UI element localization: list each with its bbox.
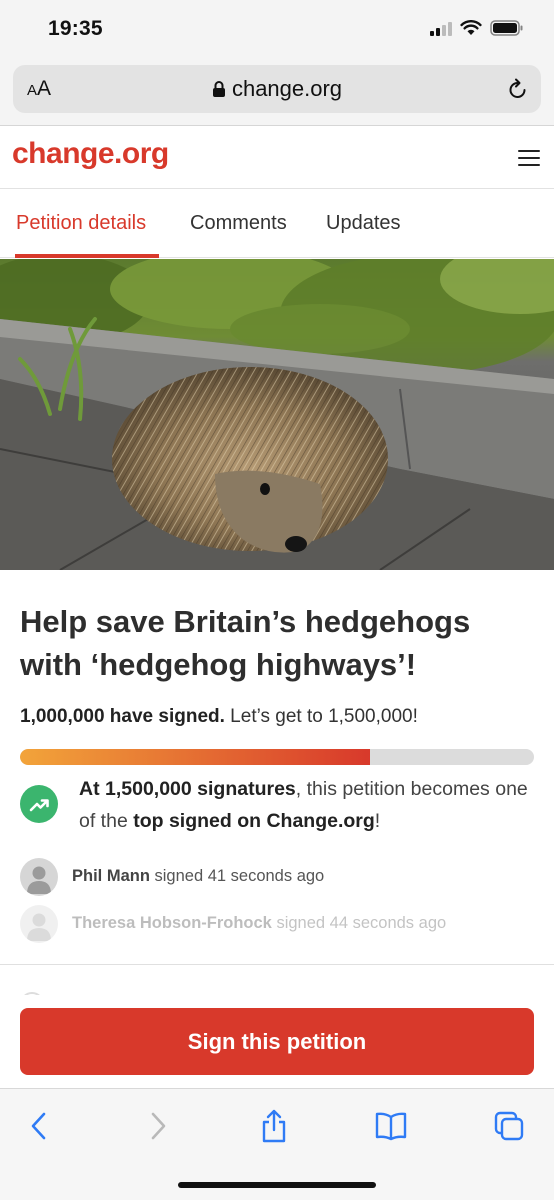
signed-count-text: 1,000,000 have signed. xyxy=(20,706,225,727)
bookmarks-icon[interactable] xyxy=(374,1109,408,1143)
trending-up-icon xyxy=(20,785,58,823)
status-time: 19:35 xyxy=(48,17,103,40)
recent-signer: Phil Mann signed 41 seconds ago xyxy=(20,858,540,896)
sign-cta-area: Sign this petition xyxy=(0,995,554,1087)
signature-progress-bar xyxy=(20,749,534,765)
share-icon[interactable] xyxy=(257,1109,291,1143)
milestone-text: At 1,500,000 signatures, this petition b… xyxy=(79,773,539,837)
tabs-icon[interactable] xyxy=(492,1109,526,1143)
lock-icon xyxy=(212,81,225,97)
section-divider xyxy=(0,964,554,965)
avatar-placeholder-icon xyxy=(20,858,58,896)
milestone-bold-1: At 1,500,000 signatures xyxy=(79,778,296,800)
back-icon[interactable] xyxy=(22,1109,56,1143)
tab-updates[interactable]: Updates xyxy=(326,212,401,235)
status-bar: 19:35 xyxy=(0,0,554,58)
petition-tabs: Petition details Comments Updates xyxy=(0,190,554,258)
signer-text: Theresa Hobson-Frohock signed 44 seconds… xyxy=(72,914,446,933)
battery-icon xyxy=(490,20,523,36)
site-header: change.org xyxy=(0,127,554,189)
signer-action: signed 44 seconds ago xyxy=(271,914,447,932)
petition-title: Help save Britain’s hedgehogs with ‘hedg… xyxy=(20,604,471,682)
status-icons xyxy=(430,20,524,36)
tab-petition-details[interactable]: Petition details xyxy=(16,212,146,235)
address-bar[interactable]: AA change.org xyxy=(13,65,541,113)
signature-count: 1,000,000 have signed. Let’s get to 1,50… xyxy=(20,706,418,728)
signer-name: Phil Mann xyxy=(72,867,150,885)
avatar-placeholder-icon xyxy=(20,905,58,943)
browser-address-area: AA change.org xyxy=(0,58,554,126)
progress-fill xyxy=(20,749,370,765)
goal-text: Let’s get to 1,500,000! xyxy=(224,706,418,727)
hedgehog-photo xyxy=(0,259,554,570)
change-org-logo[interactable]: change.org xyxy=(12,137,169,171)
signer-name: Theresa Hobson-Frohock xyxy=(72,914,272,932)
forward-icon[interactable] xyxy=(141,1109,175,1143)
url-text: change.org xyxy=(231,76,343,101)
reload-icon[interactable] xyxy=(507,77,529,101)
recent-signer: Theresa Hobson-Frohock signed 44 seconds… xyxy=(20,905,540,943)
hamburger-menu-icon[interactable] xyxy=(518,150,540,166)
milestone-text-2: ! xyxy=(374,810,381,832)
sign-petition-button[interactable]: Sign this petition xyxy=(20,1008,534,1075)
active-tab-indicator xyxy=(15,254,159,258)
wifi-icon xyxy=(460,20,482,35)
tab-comments[interactable]: Comments xyxy=(190,212,287,235)
url-display[interactable]: change.org xyxy=(13,76,541,102)
signer-text: Phil Mann signed 41 seconds ago xyxy=(72,867,324,886)
milestone-bold-2: top signed on Change.org xyxy=(133,810,375,832)
signer-action: signed 41 seconds ago xyxy=(149,867,325,885)
cellular-signal-icon xyxy=(430,20,452,36)
home-indicator xyxy=(178,1182,376,1188)
